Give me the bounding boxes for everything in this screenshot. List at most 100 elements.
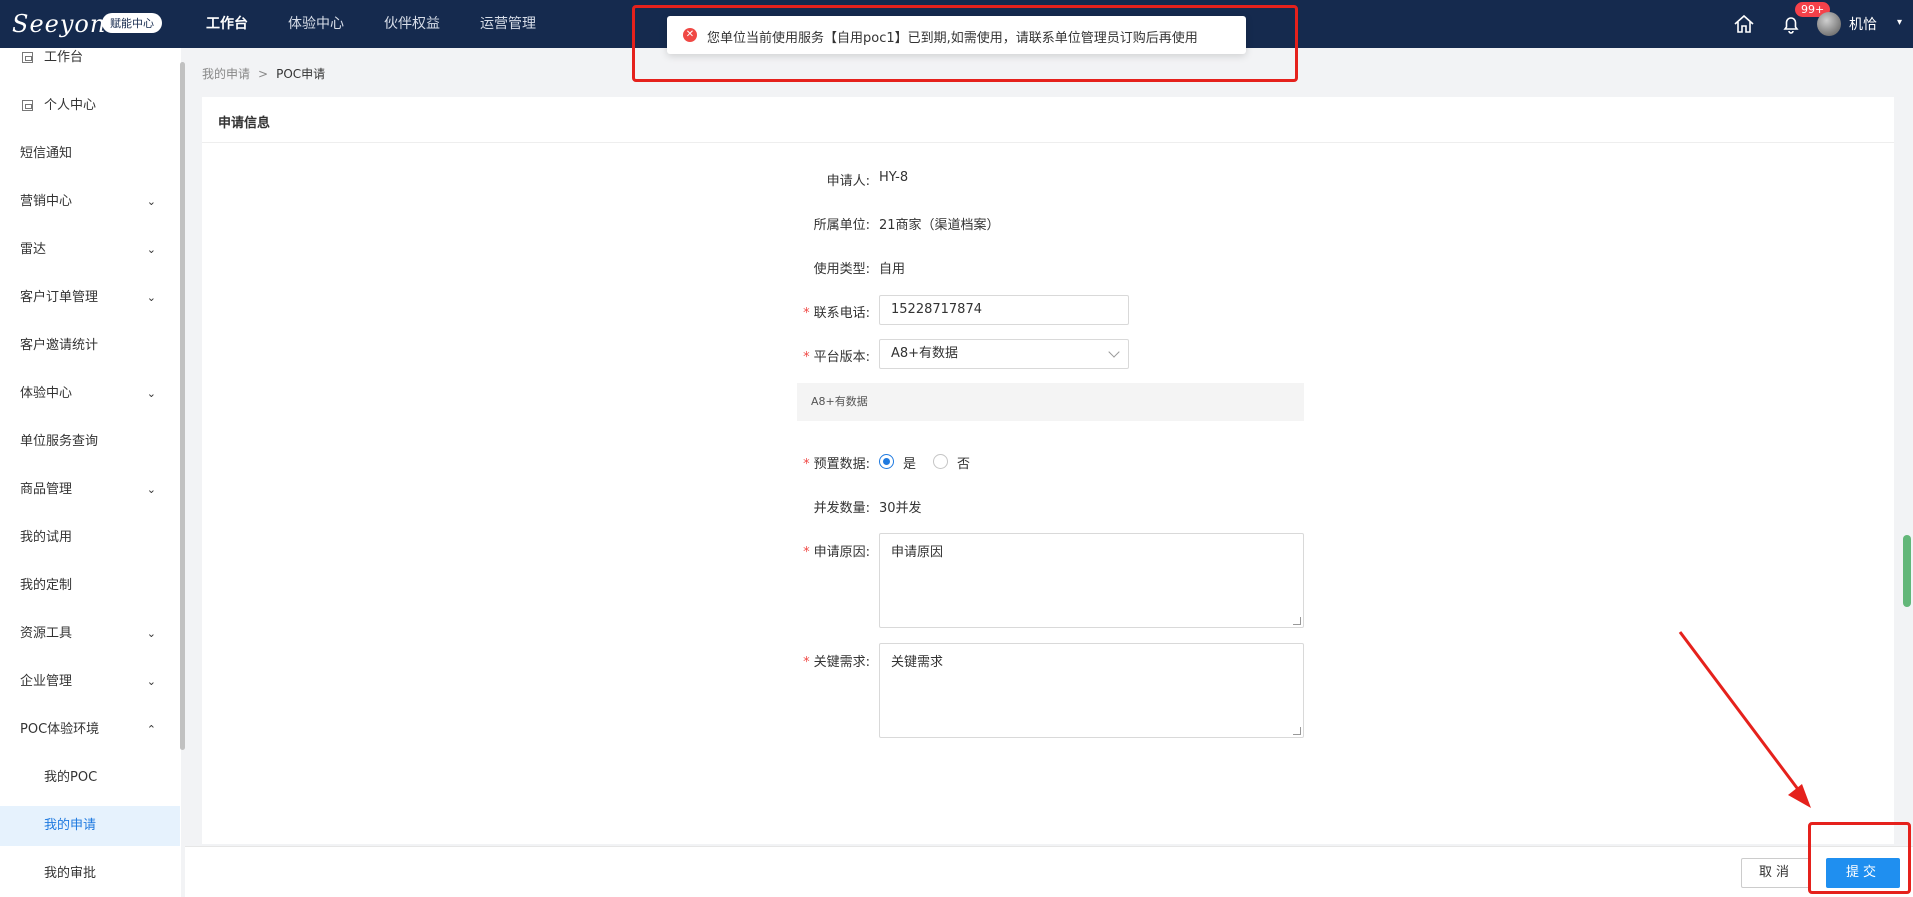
platform-select-value: A8+有数据 — [891, 346, 959, 361]
top-nav-experience-center[interactable]: 体验中心 — [288, 0, 344, 48]
sidebar-item-workbench[interactable]: 工作台 — [0, 48, 180, 78]
key-requirement-textarea[interactable]: 关键需求 — [879, 643, 1304, 738]
sidebar-item-label: 我的定制 — [20, 578, 73, 593]
sidebar-item-poc-environment[interactable]: POC体验环境 ⌃ — [0, 710, 180, 750]
sidebar-item-sms[interactable]: 短信通知 — [0, 134, 180, 174]
top-nav: 工作台 体验中心 伙伴权益 运营管理 — [206, 0, 576, 48]
preset-no-label[interactable]: 否 — [957, 453, 970, 472]
concurrency-label: 并发数量: — [813, 501, 870, 516]
sidebar-item-customer-orders[interactable]: 客户订单管理 ⌄ — [0, 278, 180, 318]
sidebar-item-my-poc[interactable]: 我的POC — [0, 758, 180, 798]
applicant-value: HY-8 — [879, 170, 909, 185]
chevron-down-icon: ⌄ — [146, 483, 156, 496]
sidebar-item-my-approvals[interactable]: 我的审批 — [0, 854, 180, 894]
preset-yes-radio[interactable] — [879, 454, 894, 469]
bell-icon[interactable] — [1781, 14, 1801, 34]
sidebar-item-enterprise-management[interactable]: 企业管理 ⌄ — [0, 662, 180, 702]
platform-hint: A8+有数据 — [797, 383, 1304, 421]
resize-grip-icon[interactable] — [1293, 727, 1301, 735]
sidebar-item-my-trials[interactable]: 我的试用 — [0, 518, 180, 558]
key-requirement-label: * 关键需求: — [750, 651, 870, 670]
chevron-up-icon: ⌃ — [146, 723, 156, 736]
sidebar-item-my-applications[interactable]: 我的申请 — [0, 806, 180, 846]
phone-input[interactable]: 15228717874 — [879, 295, 1129, 325]
sidebar-item-resource-tools[interactable]: 资源工具 ⌄ — [0, 614, 180, 654]
page-scrollbar[interactable] — [1903, 535, 1911, 607]
unit-label: 所属单位: — [813, 218, 870, 233]
sidebar-item-label: 客户邀请统计 — [20, 338, 99, 353]
sidebar-item-label: 个人中心 — [44, 98, 97, 113]
breadcrumb-parent[interactable]: 我的申请 — [202, 67, 250, 81]
platform-label: * 平台版本: — [750, 346, 870, 365]
chevron-down-icon: ⌄ — [146, 627, 156, 640]
sidebar-item-label: 短信通知 — [20, 146, 73, 161]
reason-textarea-value: 申请原因 — [891, 545, 944, 560]
sidebar-item-label: 商品管理 — [20, 482, 73, 497]
sidebar-item-label: 我的申请 — [44, 818, 97, 833]
home-icon[interactable] — [1733, 14, 1755, 34]
phone-label-text: 联系电话: — [813, 306, 870, 321]
usage-type-value: 自用 — [879, 262, 906, 277]
required-mark: * — [803, 350, 810, 365]
sidebar-item-my-customizations[interactable]: 我的定制 — [0, 566, 180, 606]
sidebar-item-label: 我的审批 — [44, 866, 97, 881]
sidebar-item-label: 企业管理 — [20, 674, 73, 689]
chevron-down-icon: ⌄ — [146, 243, 156, 256]
concurrency-value: 30并发 — [879, 501, 922, 516]
breadcrumb: 我的申请 > POC申请 — [202, 65, 325, 82]
sidebar-item-label: 单位服务查询 — [20, 434, 99, 449]
avatar[interactable] — [1817, 12, 1841, 36]
logo-badge: 赋能中心 — [102, 13, 162, 33]
username[interactable]: 机恰 — [1849, 14, 1877, 34]
required-mark: * — [803, 655, 810, 670]
sidebar-item-experience-center[interactable]: 体验中心 ⌄ — [0, 374, 180, 414]
top-nav-workbench[interactable]: 工作台 — [206, 0, 248, 48]
top-nav-partner-rights[interactable]: 伙伴权益 — [384, 0, 440, 48]
sidebar-item-unit-service-query[interactable]: 单位服务查询 — [0, 422, 180, 462]
sidebar-item-invite-stats[interactable]: 客户邀请统计 — [0, 326, 180, 366]
seeyon-logo[interactable]: Seeyon — [12, 10, 106, 38]
resize-grip-icon[interactable] — [1293, 617, 1301, 625]
annotation-box-submit — [1808, 822, 1911, 894]
preset-no-radio[interactable] — [933, 454, 948, 469]
footer-bar — [185, 846, 1913, 897]
sidebar-scrollbar[interactable] — [180, 62, 185, 750]
chevron-down-icon — [1108, 346, 1120, 358]
top-nav-operations[interactable]: 运营管理 — [480, 0, 536, 48]
sidebar-item-label: 工作台 — [44, 50, 84, 65]
sidebar-item-label: 客户订单管理 — [20, 290, 99, 305]
sidebar-item-personal-center[interactable]: 个人中心 — [0, 86, 180, 126]
unit-value: 21商家（渠道档案） — [879, 218, 1000, 233]
reason-textarea[interactable]: 申请原因 — [879, 533, 1304, 628]
sidebar-item-radar[interactable]: 雷达 ⌄ — [0, 230, 180, 270]
preset-yes-label[interactable]: 是 — [903, 453, 916, 472]
required-mark: * — [803, 545, 810, 560]
chevron-down-icon: ⌄ — [146, 291, 156, 304]
section-title: 申请信息 — [218, 116, 271, 131]
required-mark: * — [803, 306, 810, 321]
sidebar-item-label: 体验中心 — [20, 386, 73, 401]
sidebar: 工作台 个人中心 短信通知 营销中心 ⌄ 雷达 ⌄ 客户订单管理 ⌄ 客户邀请统计 体… — [0, 48, 181, 897]
phone-label: * 联系电话: — [750, 302, 870, 321]
reason-label: * 申请原因: — [750, 541, 870, 560]
sidebar-item-label: 我的POC — [44, 770, 98, 785]
cancel-button[interactable]: 取消 — [1741, 858, 1811, 888]
annotation-box-toast — [632, 5, 1298, 82]
sidebar-item-label: 我的试用 — [20, 530, 73, 545]
usage-type-label: 使用类型: — [813, 262, 870, 277]
sidebar-item-marketing[interactable]: 营销中心 ⌄ — [0, 182, 180, 222]
panel-header: 申请信息 — [202, 97, 1894, 143]
platform-label-text: 平台版本: — [813, 350, 870, 365]
chevron-down-icon[interactable]: ▾ — [1897, 17, 1902, 28]
breadcrumb-current: POC申请 — [276, 67, 326, 81]
reason-label-text: 申请原因: — [813, 545, 870, 560]
sidebar-item-product-management[interactable]: 商品管理 ⌄ — [0, 470, 180, 510]
sidebar-item-label: 营销中心 — [20, 194, 73, 209]
personal-center-icon — [22, 100, 33, 111]
workbench-icon — [22, 52, 33, 63]
platform-select[interactable]: A8+有数据 — [879, 339, 1129, 369]
required-mark: * — [803, 457, 810, 472]
key-requirement-textarea-value: 关键需求 — [891, 655, 944, 670]
preset-data-label-text: 预置数据: — [813, 457, 870, 472]
key-requirement-label-text: 关键需求: — [813, 655, 870, 670]
